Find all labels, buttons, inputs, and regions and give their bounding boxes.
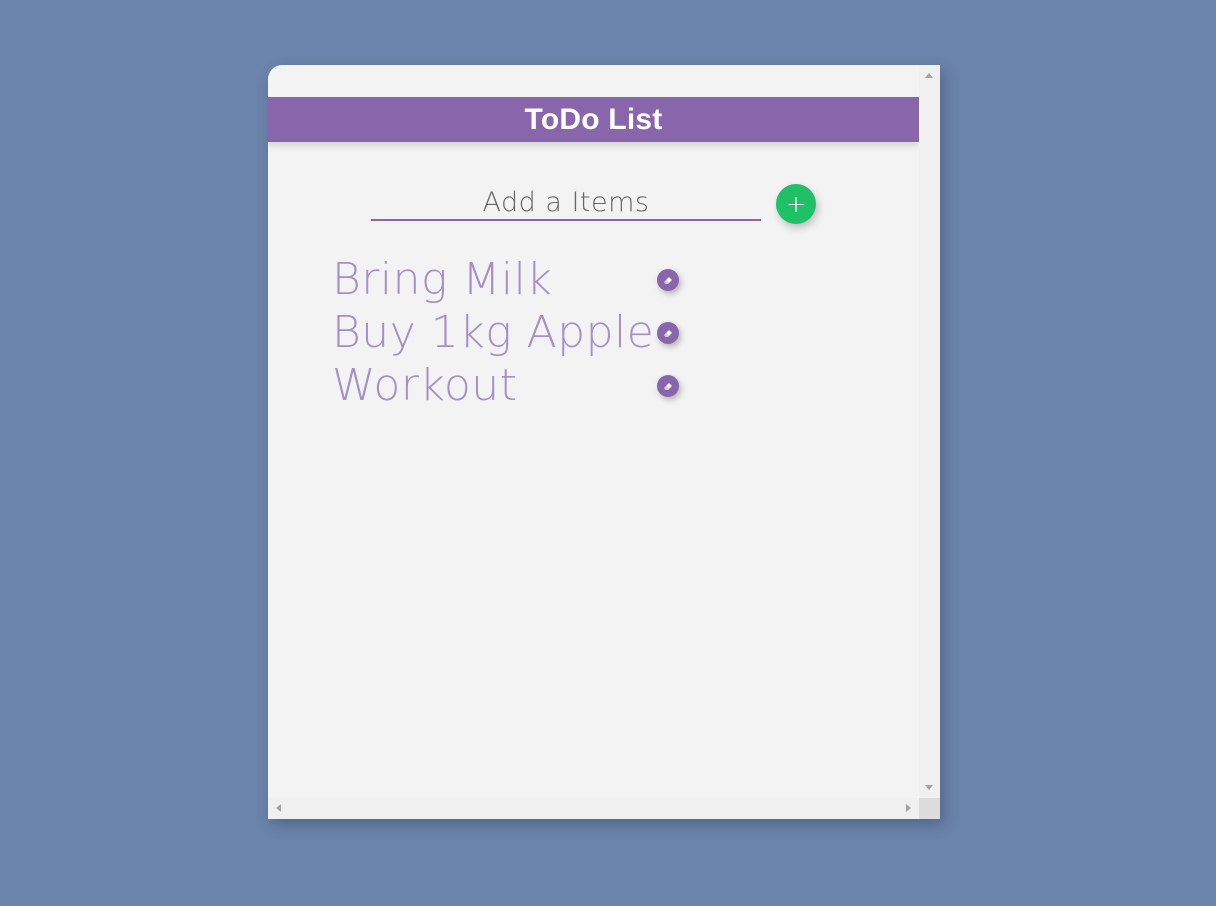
page-title: ToDo List (524, 102, 663, 136)
scroll-left-arrow-icon[interactable] (276, 804, 281, 812)
item-text: Workout (332, 360, 518, 411)
scroll-up-arrow-icon[interactable] (925, 73, 933, 78)
scrollbar-corner (919, 798, 940, 819)
scroll-right-arrow-icon[interactable] (906, 804, 911, 812)
list-item: Workout (332, 359, 752, 412)
delete-item-button[interactable] (657, 322, 679, 344)
eraser-icon (664, 383, 672, 390)
vertical-scrollbar[interactable] (919, 65, 940, 798)
delete-item-button[interactable] (657, 269, 679, 291)
add-item-button[interactable]: + (776, 184, 816, 224)
horizontal-scrollbar[interactable] (268, 798, 919, 819)
list-item: Bring Milk (332, 253, 752, 306)
item-text: Buy 1kg Apple (332, 307, 655, 358)
todo-list: Bring Milk Buy 1kg Apple Workout (332, 253, 752, 412)
scroll-down-arrow-icon[interactable] (925, 785, 933, 790)
item-text: Bring Milk (332, 254, 553, 305)
todo-card: ToDo List + Bring Milk Buy 1kg Apple (268, 65, 940, 819)
header-bar: ToDo List (268, 97, 919, 142)
eraser-icon (664, 277, 672, 284)
delete-item-button[interactable] (657, 375, 679, 397)
add-item-row: + (371, 183, 831, 225)
eraser-icon (664, 330, 672, 337)
add-item-input[interactable] (371, 185, 761, 221)
list-item: Buy 1kg Apple (332, 306, 752, 359)
plus-icon: + (785, 190, 807, 218)
